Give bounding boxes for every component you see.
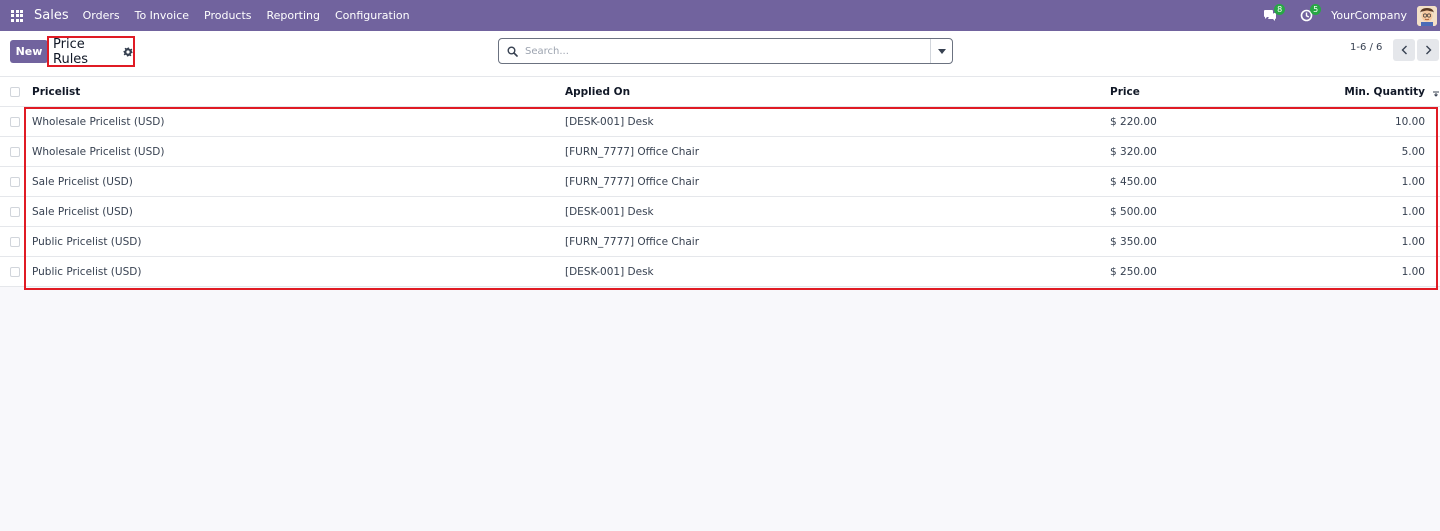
gear-icon[interactable] bbox=[123, 47, 133, 57]
cell-pricelist: Sale Pricelist (USD) bbox=[32, 176, 133, 188]
messages-button[interactable]: 8 bbox=[1259, 0, 1286, 31]
app-brand[interactable]: Sales bbox=[34, 8, 69, 23]
user-avatar[interactable] bbox=[1417, 5, 1437, 26]
table-row[interactable]: Wholesale Pricelist (USD) [FURN_7777] Of… bbox=[0, 137, 1440, 167]
row-checkbox[interactable] bbox=[10, 267, 20, 277]
price-rules-table: Pricelist Applied On Price Min. Quantity… bbox=[0, 77, 1440, 287]
activities-badge: 5 bbox=[1310, 4, 1322, 15]
cell-pricelist: Wholesale Pricelist (USD) bbox=[32, 116, 165, 128]
row-checkbox[interactable] bbox=[10, 207, 20, 217]
page-title: Price Rules bbox=[53, 36, 89, 67]
menu-to-invoice[interactable]: To Invoice bbox=[135, 9, 189, 22]
row-checkbox[interactable] bbox=[10, 117, 20, 127]
cell-min-quantity: 1.00 bbox=[1401, 206, 1425, 218]
cell-price: $ 320.00 bbox=[1110, 146, 1157, 158]
cell-applied-on: [FURN_7777] Office Chair bbox=[565, 146, 700, 158]
search-options-toggle[interactable] bbox=[930, 39, 952, 63]
breadcrumb: Price Rules bbox=[47, 36, 135, 67]
sort-descending-icon[interactable] bbox=[1432, 77, 1440, 107]
menu-configuration[interactable]: Configuration bbox=[335, 9, 410, 22]
cell-applied-on: [FURN_7777] Office Chair bbox=[565, 236, 700, 248]
cell-min-quantity: 5.00 bbox=[1401, 146, 1425, 158]
search-icon bbox=[499, 46, 525, 57]
table-header: Pricelist Applied On Price Min. Quantity bbox=[0, 77, 1440, 107]
cell-applied-on: [DESK-001] Desk bbox=[565, 266, 654, 278]
search-bar bbox=[498, 38, 953, 64]
cell-min-quantity: 10.00 bbox=[1394, 116, 1425, 128]
user-avatar-icon bbox=[1417, 5, 1437, 26]
cell-applied-on: [DESK-001] Desk bbox=[565, 206, 654, 218]
search-input[interactable] bbox=[525, 45, 930, 57]
table-row[interactable]: Public Pricelist (USD) [DESK-001] Desk $… bbox=[0, 257, 1440, 287]
chevron-left-icon bbox=[1401, 45, 1407, 55]
company-switcher[interactable]: YourCompany bbox=[1331, 9, 1407, 22]
caret-down-icon bbox=[937, 48, 946, 54]
activities-button[interactable]: 5 bbox=[1295, 0, 1322, 31]
cell-price: $ 450.00 bbox=[1110, 176, 1157, 188]
select-all-checkbox[interactable] bbox=[10, 87, 20, 97]
cell-applied-on: [DESK-001] Desk bbox=[565, 116, 654, 128]
row-checkbox[interactable] bbox=[10, 237, 20, 247]
cell-pricelist: Public Pricelist (USD) bbox=[32, 236, 142, 248]
column-header-applied-on[interactable]: Applied On bbox=[565, 77, 630, 107]
cell-price: $ 350.00 bbox=[1110, 236, 1157, 248]
pager-value[interactable]: 1-6 / 6 bbox=[1350, 42, 1382, 53]
apps-menu-button[interactable] bbox=[0, 0, 34, 31]
cell-price: $ 220.00 bbox=[1110, 116, 1157, 128]
messages-badge: 8 bbox=[1274, 4, 1286, 15]
row-checkbox[interactable] bbox=[10, 177, 20, 187]
new-button[interactable]: New bbox=[10, 40, 48, 63]
table-row[interactable]: Sale Pricelist (USD) [DESK-001] Desk $ 5… bbox=[0, 197, 1440, 227]
column-header-price[interactable]: Price bbox=[1110, 77, 1140, 107]
top-navbar: Sales Orders To Invoice Products Reporti… bbox=[0, 0, 1440, 31]
cell-min-quantity: 1.00 bbox=[1401, 236, 1425, 248]
table-row[interactable]: Sale Pricelist (USD) [FURN_7777] Office … bbox=[0, 167, 1440, 197]
column-header-pricelist[interactable]: Pricelist bbox=[32, 77, 80, 107]
cell-min-quantity: 1.00 bbox=[1401, 176, 1425, 188]
cell-pricelist: Sale Pricelist (USD) bbox=[32, 206, 133, 218]
table-row[interactable]: Wholesale Pricelist (USD) [DESK-001] Des… bbox=[0, 107, 1440, 137]
cell-price: $ 250.00 bbox=[1110, 266, 1157, 278]
menu-orders[interactable]: Orders bbox=[83, 9, 120, 22]
row-checkbox[interactable] bbox=[10, 147, 20, 157]
control-panel: New Price Rules 1-6 / 6 bbox=[0, 31, 1440, 77]
menu-products[interactable]: Products bbox=[204, 9, 252, 22]
table-row[interactable]: Public Pricelist (USD) [FURN_7777] Offic… bbox=[0, 227, 1440, 257]
chevron-right-icon bbox=[1425, 45, 1431, 55]
apps-grid-icon bbox=[11, 9, 23, 22]
pager-next-button[interactable] bbox=[1417, 39, 1439, 61]
cell-applied-on: [FURN_7777] Office Chair bbox=[565, 176, 700, 188]
menu-reporting[interactable]: Reporting bbox=[267, 9, 320, 22]
cell-price: $ 500.00 bbox=[1110, 206, 1157, 218]
cell-pricelist: Wholesale Pricelist (USD) bbox=[32, 146, 165, 158]
cell-pricelist: Public Pricelist (USD) bbox=[32, 266, 142, 278]
column-header-min-quantity[interactable]: Min. Quantity bbox=[1344, 77, 1425, 107]
pager-previous-button[interactable] bbox=[1393, 39, 1415, 61]
cell-min-quantity: 1.00 bbox=[1401, 266, 1425, 278]
